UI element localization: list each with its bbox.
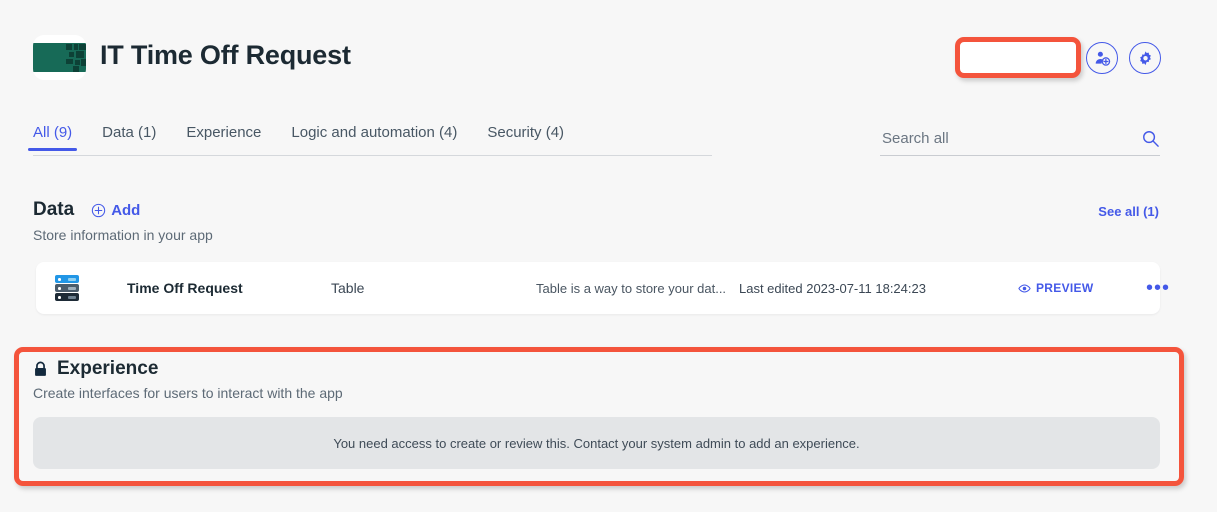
search-box [880, 126, 1160, 158]
experience-empty-message: You need access to create or review this… [333, 435, 860, 451]
table-row-more-menu[interactable]: ••• [1146, 278, 1170, 298]
table-row-name: Time Off Request [127, 280, 243, 296]
person-add-icon [1095, 51, 1110, 66]
share-users-button[interactable] [1086, 42, 1118, 74]
tab-experience[interactable]: Experience [186, 124, 261, 151]
data-section-title: Data [33, 199, 75, 220]
experience-section-title: Experience [57, 358, 159, 379]
experience-empty-state: You need access to create or review this… [33, 417, 1160, 469]
table-row-preview-button[interactable]: PREVIEW [1018, 281, 1093, 295]
table-row-description: Table is a way to store your dat... [536, 280, 727, 296]
tab-bar: All (9) Data (1) Experience Logic and au… [27, 124, 712, 158]
tab-logic-and-automation[interactable]: Logic and automation (4) [291, 124, 457, 151]
page-header: IT Time Off Request [0, 0, 1217, 112]
app-icon [33, 35, 86, 80]
lock-icon [35, 361, 46, 376]
table-row[interactable]: Time Off Request Table Table is a way to… [36, 262, 1169, 314]
app-page: IT Time Off Request All (9) Data (1) Exp… [0, 0, 1217, 512]
tab-all[interactable]: All (9) [27, 124, 78, 151]
data-add-label: Add [111, 201, 141, 219]
tab-data[interactable]: Data (1) [102, 124, 156, 151]
page-title: IT Time Off Request [100, 40, 351, 70]
data-see-all-link[interactable]: See all (1) [1098, 204, 1159, 219]
data-section-subtitle: Store information in your app [33, 227, 213, 243]
experience-section: Experience Create interfaces for users t… [33, 358, 1164, 469]
data-add-button[interactable]: Add [91, 202, 140, 219]
search-icon[interactable] [1141, 129, 1160, 153]
table-database-icon [53, 274, 81, 302]
experience-section-subtitle: Create interfaces for users to interact … [33, 385, 343, 401]
tab-bar-divider [33, 155, 712, 156]
preview-label: PREVIEW [1036, 281, 1094, 295]
tab-security[interactable]: Security (4) [487, 124, 564, 151]
search-input[interactable] [880, 126, 1160, 156]
annotation-box-top [955, 37, 1081, 78]
gear-icon [1139, 50, 1151, 65]
settings-button[interactable] [1129, 42, 1161, 74]
eye-icon [1018, 283, 1031, 293]
data-section: Data Add Store information in your app S… [33, 198, 1183, 243]
plus-circle-icon [92, 203, 106, 217]
table-row-type: Table [331, 280, 365, 296]
table-row-last-edited: Last edited 2023-07-11 18:24:23 [739, 280, 926, 296]
